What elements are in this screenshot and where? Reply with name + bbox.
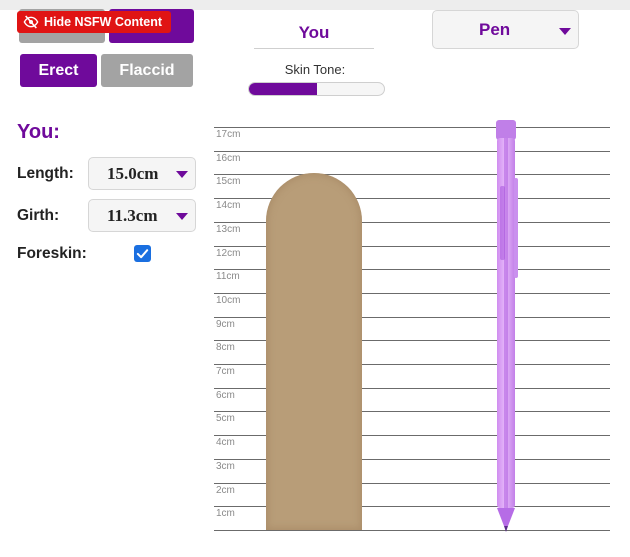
app-root: in cm Hide NSFW Content Erect Flaccid Yo…: [0, 0, 630, 557]
caret-down-icon: [176, 171, 188, 178]
girth-label: Girth:: [17, 207, 60, 224]
length-select[interactable]: 15.0cm: [88, 157, 196, 190]
compare-object-select[interactable]: Pen: [432, 10, 579, 49]
you-panel-title: You:: [17, 121, 60, 143]
ruler-tick-label: 13cm: [216, 223, 241, 235]
ruler-tick-label: 10cm: [216, 294, 241, 306]
ruler-tick-label: 15cm: [216, 176, 241, 188]
girth-value: 11.3cm: [107, 205, 158, 225]
ruler-tick-label: 7cm: [216, 366, 235, 377]
skin-tone-label: Skin Tone:: [284, 62, 346, 77]
ruler-line: [214, 174, 610, 176]
hide-nsfw-label: Hide NSFW Content: [44, 15, 163, 29]
compare-object-value: Pen: [479, 19, 511, 39]
ruler-tick-label: 1cm: [216, 508, 235, 520]
ruler-line: [214, 127, 610, 128]
eye-slash-icon: [23, 15, 39, 29]
caret-down-icon: [176, 213, 188, 220]
ruler-tick-label: 16cm: [216, 152, 241, 164]
ruler-tick-label: 17cm: [216, 129, 241, 140]
length-value: 15.0cm: [107, 163, 159, 183]
you-column-header: You: [254, 17, 374, 49]
caret-down-icon: [559, 28, 571, 35]
ruler-line: [214, 150, 610, 152]
pen-icon: [496, 120, 518, 532]
ruler-tick-label: 11cm: [216, 271, 240, 283]
girth-select[interactable]: 11.3cm: [88, 199, 196, 232]
ruler-tick-label: 8cm: [216, 342, 235, 354]
ruler-tick-label: 4cm: [216, 437, 235, 449]
ruler-tick-label: 14cm: [216, 200, 241, 212]
ruler-tick-label: 6cm: [216, 389, 235, 401]
ruler-tick-label: 5cm: [216, 413, 235, 425]
ruler-tick-label: 9cm: [216, 318, 235, 330]
ruler-tick-label: 3cm: [216, 460, 235, 472]
erect-button[interactable]: Erect: [20, 54, 97, 87]
skin-tone-fill: [249, 83, 317, 95]
checkmark-icon: [136, 249, 149, 259]
skin-tone-slider[interactable]: [248, 82, 385, 96]
ruler-baseline: [214, 529, 610, 531]
hide-nsfw-button[interactable]: Hide NSFW Content: [17, 11, 171, 33]
ruler-tick-label: 12cm: [216, 247, 241, 259]
length-label: Length:: [17, 165, 74, 182]
ruler-tick-label: 2cm: [216, 484, 235, 496]
foreskin-checkbox[interactable]: [134, 245, 151, 262]
foreskin-label: Foreskin:: [17, 245, 87, 262]
flaccid-button[interactable]: Flaccid: [101, 54, 193, 87]
you-figure: [266, 173, 362, 530]
